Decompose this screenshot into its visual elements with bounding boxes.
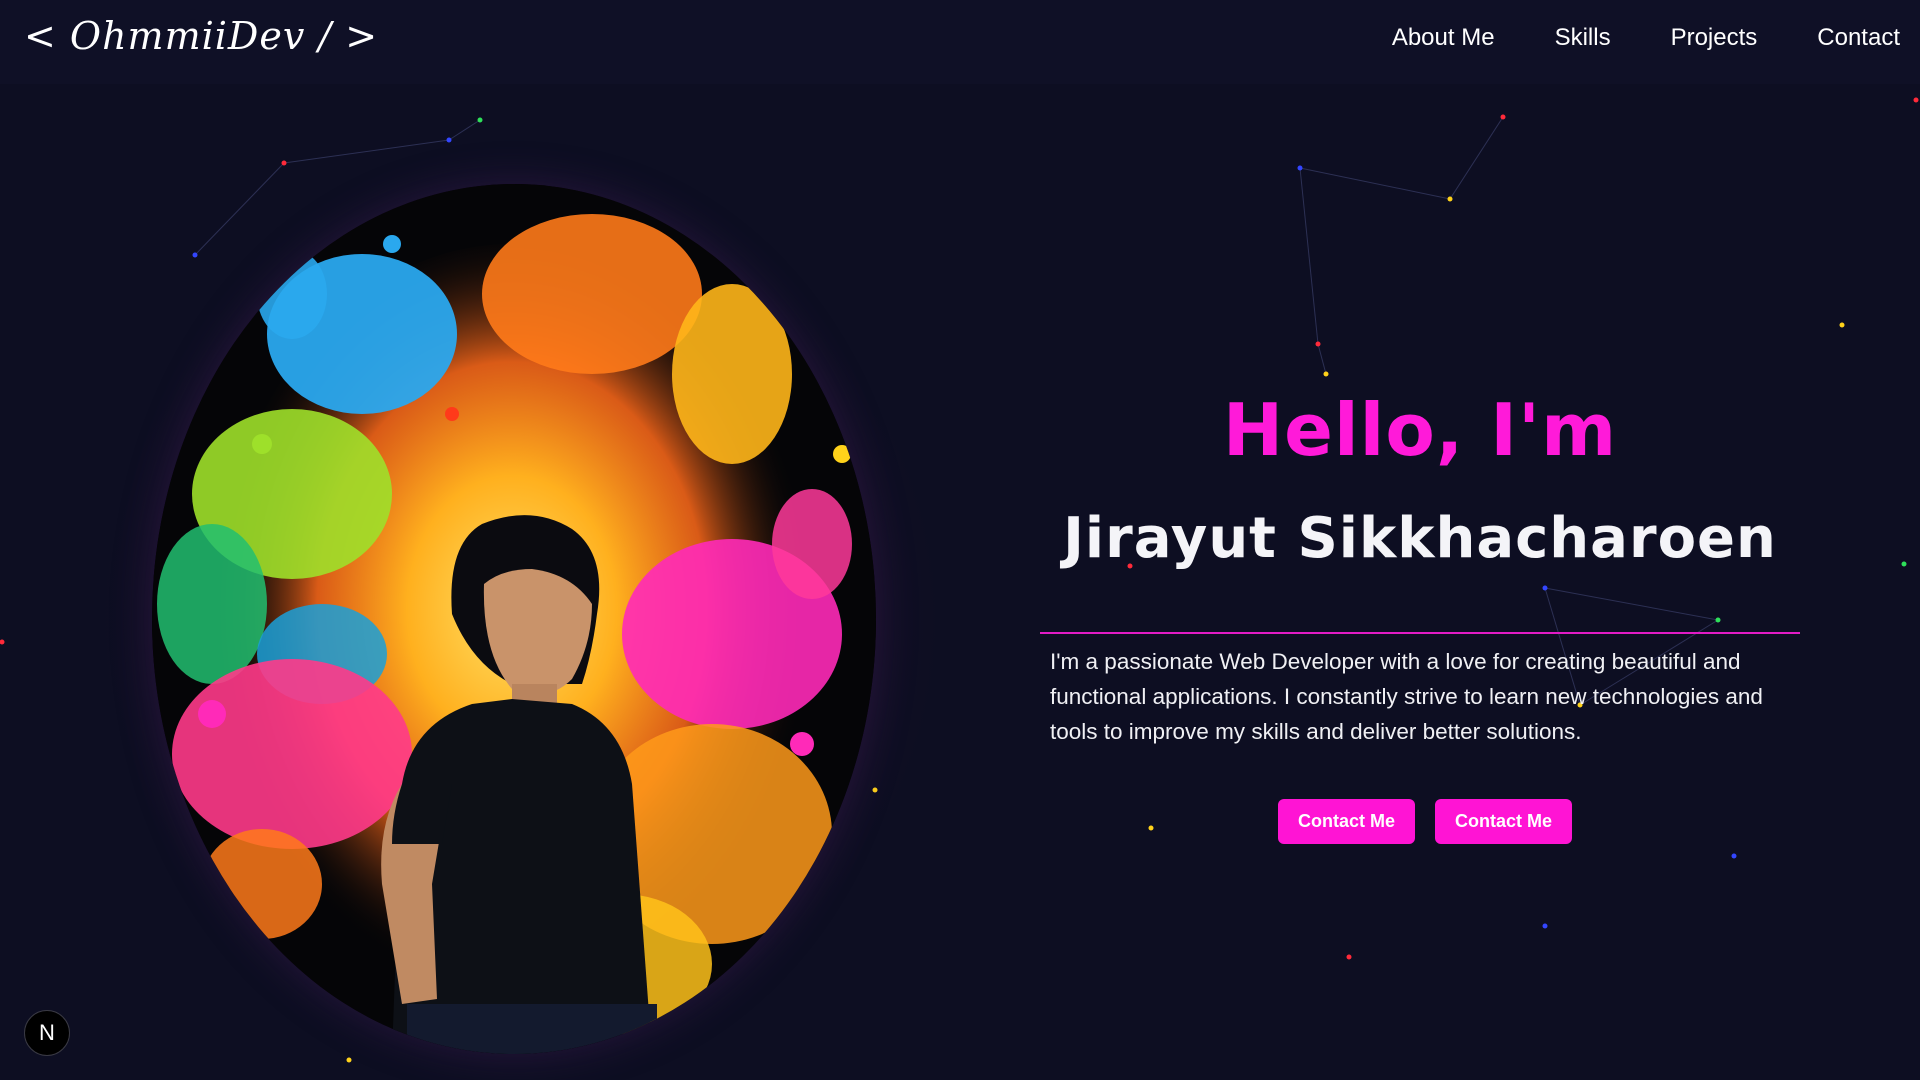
hero-divider xyxy=(1040,632,1800,634)
hero-name: Jirayut Sikkhacharoen xyxy=(1063,506,1777,571)
nav-link-projects[interactable]: Projects xyxy=(1671,24,1758,52)
nav-link-contact[interactable]: Contact xyxy=(1817,24,1900,52)
next-js-n-icon[interactable]: N xyxy=(24,1010,70,1056)
nav-links: About Me Skills Projects Contact xyxy=(1392,24,1900,52)
nav-link-skills[interactable]: Skills xyxy=(1555,24,1611,52)
hero-buttons: Contact Me Contact Me xyxy=(1278,799,1573,844)
page: < OhmmiiDev / > About Me Skills Projects… xyxy=(0,0,1920,1080)
navbar: < OhmmiiDev / > About Me Skills Projects… xyxy=(0,0,1920,84)
hero-bio: I'm a passionate Web Developer with a lo… xyxy=(1050,649,1763,744)
nav-link-about-me[interactable]: About Me xyxy=(1392,24,1495,52)
contact-me-button[interactable]: Contact Me xyxy=(1278,799,1416,844)
portrait-artwork xyxy=(152,184,876,1054)
profile-portrait xyxy=(152,184,876,1054)
hero-greeting: Hello, I'm xyxy=(1222,388,1618,472)
site-logo[interactable]: < OhmmiiDev / > xyxy=(24,14,378,58)
contact-me-button-secondary[interactable]: Contact Me xyxy=(1435,799,1573,844)
